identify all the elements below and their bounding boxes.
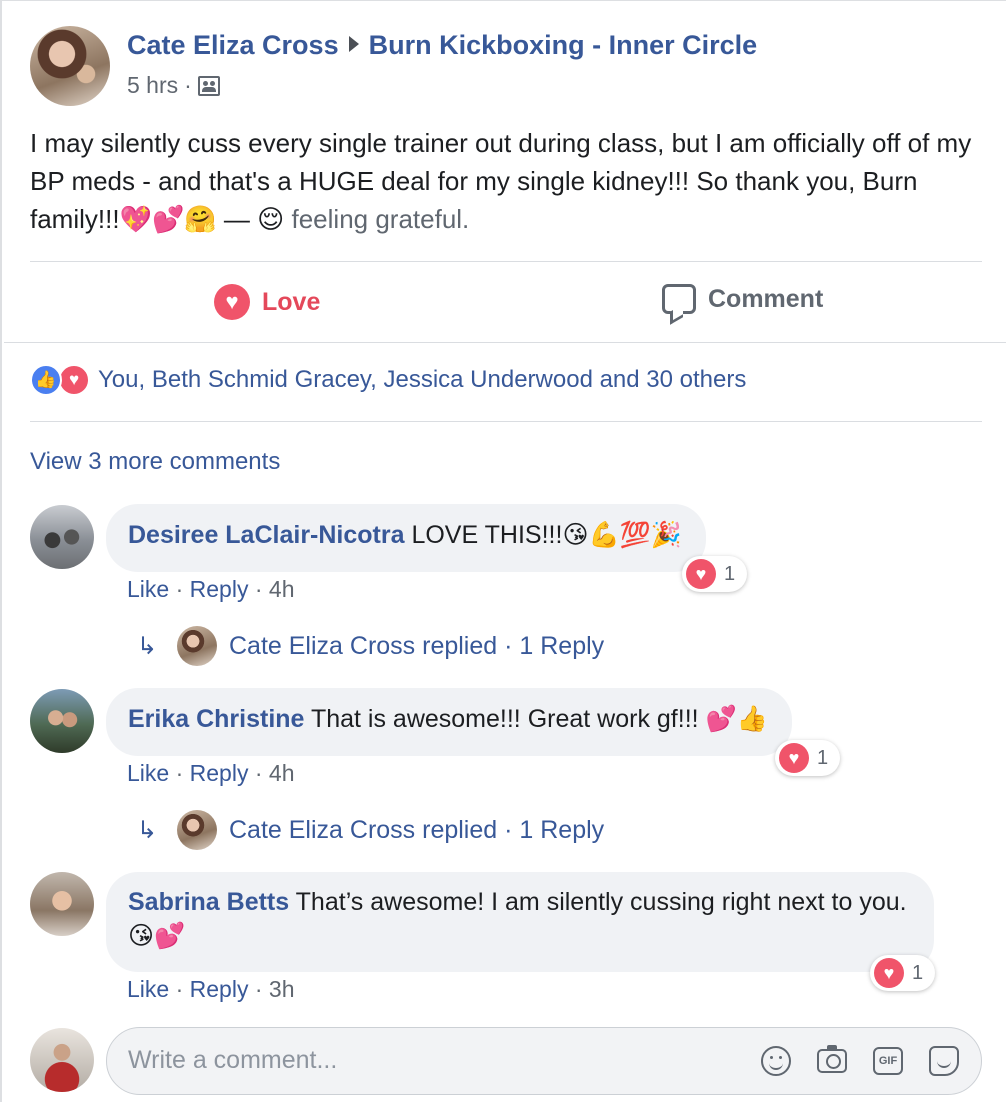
post-dash: — — [216, 204, 258, 234]
comment-button[interactable]: Comment — [662, 284, 823, 314]
divider — [4, 342, 1006, 343]
comment-bubble: Sabrina Betts That’s awesome! I am silen… — [106, 872, 934, 972]
camera-icon — [817, 1045, 847, 1073]
reply-avatar — [177, 810, 217, 850]
like-reaction-icon: 👍 — [30, 364, 62, 396]
like-link[interactable]: Like — [127, 976, 169, 1002]
emoji-button[interactable] — [760, 1045, 792, 1077]
comment-bubble: Desiree LaClair-Nicotra LOVE THIS!!!😘💪💯🎉 — [106, 504, 706, 572]
post-timestamp[interactable]: 5 hrs — [127, 72, 178, 99]
commenter-avatar[interactable] — [30, 505, 94, 569]
reply-link[interactable]: Reply — [190, 760, 249, 786]
like-link[interactable]: Like — [127, 760, 169, 786]
comment-text: LOVE THIS!!! — [404, 521, 563, 549]
comment-reaction-badge[interactable]: ♥ 1 — [775, 740, 841, 776]
sticker-icon — [929, 1046, 959, 1076]
reply-avatar — [177, 626, 217, 666]
reactions-text[interactable]: You, Beth Schmid Gracey, Jessica Underwo… — [98, 366, 746, 394]
comment-label: Comment — [708, 284, 824, 313]
view-more-comments-link[interactable]: View 3 more comments — [30, 448, 280, 476]
group-audience-icon[interactable] — [197, 75, 220, 96]
feeling-emoji-icon: 😌 — [257, 205, 285, 235]
reply-arrow-icon: ↳ — [137, 816, 158, 844]
comment-reaction-badge[interactable]: ♥ 1 — [870, 955, 936, 991]
comment-reaction-badge[interactable]: ♥ 1 — [682, 556, 748, 592]
reactions-summary[interactable]: 👍 ♥ You, Beth Schmid Gracey, Jessica Und… — [30, 364, 746, 396]
love-button[interactable]: ♥ Love — [214, 284, 320, 320]
reply-summary[interactable]: Cate Eliza Cross replied · 1 Reply — [229, 816, 604, 845]
heart-icon: ♥ — [686, 559, 716, 589]
replies-link[interactable]: ↳ Cate Eliza Cross replied · 1 Reply — [137, 626, 604, 666]
comment-time[interactable]: 4h — [269, 576, 295, 602]
comment-author-link[interactable]: Desiree LaClair-Nicotra — [128, 521, 405, 549]
separator: · — [254, 760, 263, 786]
author-avatar[interactable] — [30, 26, 110, 106]
feeling-text: feeling grateful. — [291, 204, 470, 234]
comment-author-link[interactable]: Sabrina Betts — [128, 888, 289, 916]
comment-emojis: 😘💪💯🎉 — [562, 520, 682, 549]
love-reaction-icon: ♥ — [58, 364, 90, 396]
comment-emojis: 😘💕 — [128, 921, 186, 950]
smiley-icon — [761, 1046, 791, 1076]
comment-text: That’s awesome! I am silently cussing ri… — [289, 888, 907, 916]
commenter-avatar[interactable] — [30, 872, 94, 936]
author-name-link[interactable]: Cate Eliza Cross — [127, 30, 339, 60]
heart-icon: ♥ — [779, 743, 809, 773]
arrow-right-icon — [348, 36, 359, 52]
meta-separator: · — [184, 72, 192, 98]
heart-icon: ♥ — [214, 284, 250, 320]
separator: · — [254, 976, 263, 1002]
comment-actions: Like · Reply · 4h — [127, 760, 295, 787]
current-user-avatar — [30, 1028, 94, 1092]
sticker-button[interactable] — [928, 1045, 960, 1077]
separator: · — [175, 976, 184, 1002]
gif-icon: GIF — [873, 1047, 903, 1075]
comment-time[interactable]: 4h — [269, 760, 295, 786]
separator: · — [175, 760, 184, 786]
comment-bubble-icon — [662, 284, 696, 314]
gif-button[interactable]: GIF — [872, 1045, 904, 1077]
comment-actions: Like · Reply · 3h — [127, 976, 295, 1003]
replies-link[interactable]: ↳ Cate Eliza Cross replied · 1 Reply — [137, 810, 604, 850]
heart-icon: ♥ — [874, 958, 904, 988]
post-header: Cate Eliza Cross Burn Kickboxing - Inner … — [127, 30, 757, 61]
photo-button[interactable] — [816, 1045, 848, 1077]
group-name-link[interactable]: Burn Kickboxing - Inner Circle — [369, 30, 758, 60]
reply-link[interactable]: Reply — [190, 976, 249, 1002]
reaction-count: 1 — [724, 562, 736, 585]
commenter-avatar[interactable] — [30, 689, 94, 753]
separator: · — [254, 576, 263, 602]
reply-summary[interactable]: Cate Eliza Cross replied · 1 Reply — [229, 632, 604, 661]
love-label: Love — [262, 287, 321, 316]
like-link[interactable]: Like — [127, 576, 169, 602]
comment-bubble: Erika Christine That is awesome!!! Great… — [106, 688, 792, 756]
reaction-count: 1 — [912, 961, 924, 984]
comment-emojis: 💕👍 — [705, 704, 768, 733]
post-emojis: 💖💕🤗 — [119, 205, 217, 235]
divider — [30, 261, 982, 262]
reply-arrow-icon: ↳ — [137, 632, 158, 660]
reply-link[interactable]: Reply — [190, 576, 249, 602]
post-meta: 5 hrs · — [127, 72, 220, 99]
comment-time[interactable]: 3h — [269, 976, 295, 1002]
left-border — [0, 0, 4, 1102]
divider — [30, 421, 982, 422]
comment-actions: Like · Reply · 4h — [127, 576, 295, 603]
comment-input-placeholder[interactable]: Write a comment... — [128, 1046, 337, 1075]
post-body: I may silently cuss every single trainer… — [30, 124, 980, 239]
comment-text: That is awesome!!! Great work gf!!! — [304, 705, 706, 733]
comment-author-link[interactable]: Erika Christine — [128, 705, 304, 733]
reaction-count: 1 — [817, 746, 829, 769]
separator: · — [175, 576, 184, 602]
top-divider — [0, 0, 1006, 2]
